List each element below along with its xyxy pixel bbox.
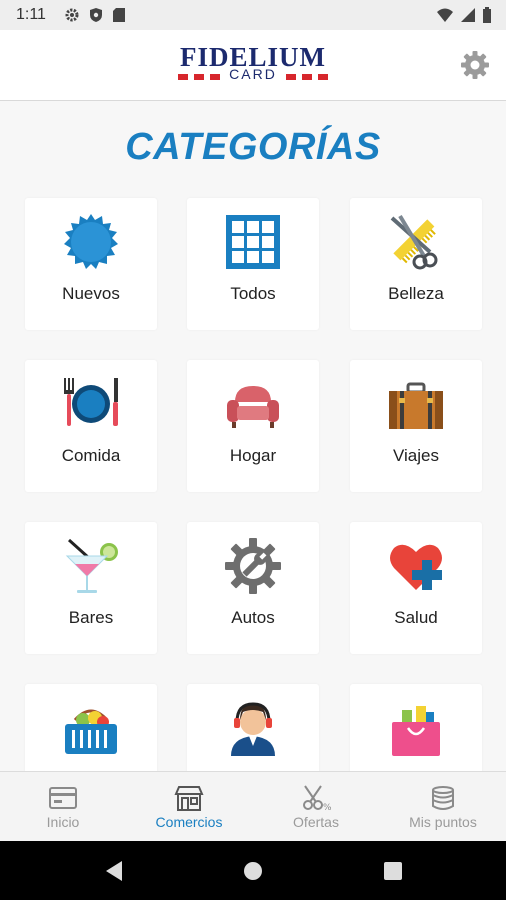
shopping-bag-icon bbox=[392, 706, 440, 756]
fidelium-logo: FIDELIUM CARD bbox=[178, 44, 328, 86]
gear-wrench-icon bbox=[225, 538, 281, 594]
heart-cross-icon bbox=[390, 544, 442, 590]
nav-label: Comercios bbox=[155, 814, 223, 830]
svg-text:%: % bbox=[323, 803, 331, 812]
battery-icon bbox=[483, 7, 491, 23]
basket-icon bbox=[65, 709, 117, 754]
category-label: Comida bbox=[61, 446, 121, 465]
wifi-icon bbox=[437, 8, 453, 22]
new-badge-icon bbox=[64, 214, 118, 269]
nav-mis-puntos[interactable]: Mis puntos bbox=[380, 772, 506, 842]
category-card-autos[interactable]: Autos bbox=[187, 522, 319, 654]
category-label: Hogar bbox=[229, 446, 277, 465]
page-title: CATEGORÍAS bbox=[125, 126, 381, 168]
system-nav-bar bbox=[0, 841, 506, 900]
nav-inicio[interactable]: Inicio bbox=[0, 772, 126, 842]
category-label: Todos bbox=[230, 284, 276, 303]
home-icon[interactable] bbox=[241, 859, 265, 883]
nav-label: Mis puntos bbox=[409, 814, 477, 830]
recents-icon[interactable] bbox=[381, 859, 405, 883]
home-card-icon bbox=[49, 787, 77, 809]
status-time: 1:11 bbox=[16, 6, 46, 23]
category-card-todos[interactable]: Todos bbox=[187, 198, 319, 330]
back-icon[interactable] bbox=[102, 859, 126, 883]
gear-icon[interactable] bbox=[460, 50, 490, 80]
nav-label: Ofertas bbox=[293, 814, 339, 830]
signal-icon bbox=[461, 8, 475, 22]
grid-icon bbox=[226, 215, 280, 269]
settings-icon bbox=[65, 8, 79, 22]
nav-comercios[interactable]: Comercios bbox=[126, 772, 252, 842]
category-card-salud[interactable]: Salud bbox=[350, 522, 482, 654]
category-label: Viajes bbox=[393, 446, 439, 465]
shield-icon bbox=[90, 8, 102, 22]
category-card-belleza[interactable]: Belleza bbox=[350, 198, 482, 330]
category-card-hogar[interactable]: Hogar bbox=[187, 360, 319, 492]
scissors-comb-icon bbox=[390, 214, 438, 270]
plate-cutlery-icon bbox=[64, 378, 118, 426]
sd-card-icon bbox=[113, 8, 125, 22]
category-card-comida[interactable]: Comida bbox=[25, 360, 157, 492]
app-bar: FIDELIUM CARD bbox=[0, 30, 506, 101]
category-label: Bares bbox=[68, 608, 114, 627]
category-card-viajes[interactable]: Viajes bbox=[350, 360, 482, 492]
sofa-icon bbox=[227, 386, 279, 428]
bottom-nav: Inicio Comercios % Ofertas Mis puntos bbox=[0, 771, 506, 842]
category-label: Salud bbox=[394, 608, 438, 627]
category-label: Nuevos bbox=[62, 284, 120, 303]
coins-icon bbox=[432, 786, 454, 810]
store-icon bbox=[174, 786, 204, 811]
category-label: Autos bbox=[231, 608, 275, 627]
category-card-nuevos[interactable]: Nuevos bbox=[25, 198, 157, 330]
scissors-coupon-icon: % bbox=[303, 785, 331, 812]
support-agent-icon bbox=[231, 702, 275, 756]
status-bar: 1:11 bbox=[0, 0, 506, 30]
nav-label: Inicio bbox=[46, 814, 80, 830]
category-label: Belleza bbox=[388, 284, 444, 303]
category-card-bares[interactable]: Bares bbox=[25, 522, 157, 654]
suitcase-icon bbox=[389, 382, 443, 429]
cocktail-icon bbox=[65, 538, 118, 593]
nav-ofertas[interactable]: % Ofertas bbox=[253, 772, 379, 842]
